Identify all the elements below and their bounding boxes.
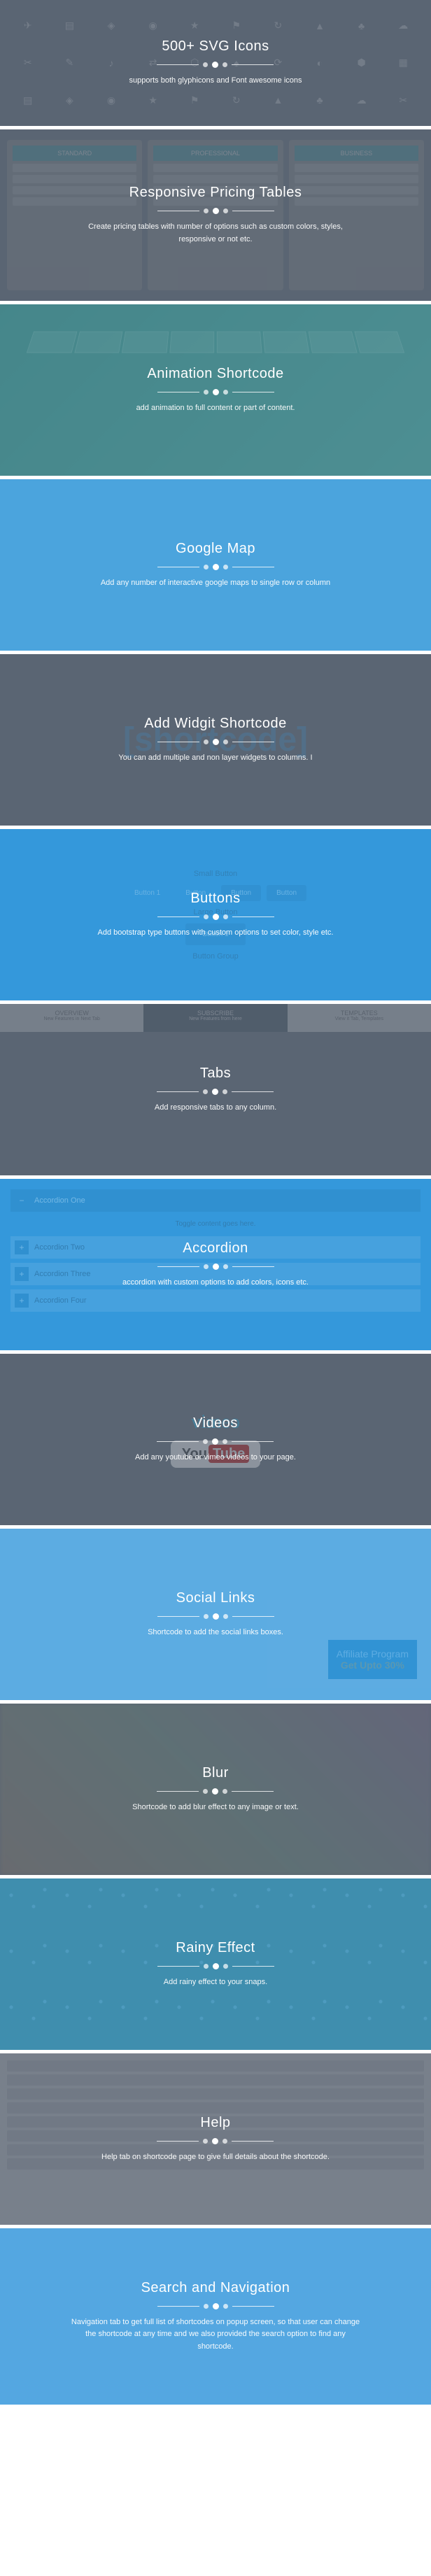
section-desc: add animation to full content or part of… (136, 402, 295, 415)
divider (157, 914, 274, 920)
divider (157, 1788, 274, 1795)
section-title: Responsive Pricing Tables (129, 185, 302, 201)
section-desc: Help tab on shortcode page to give full … (101, 2151, 330, 2164)
divider (157, 389, 274, 395)
section-title: 500+ SVG Icons (162, 38, 269, 55)
section-map: Google Map Add any number of interactive… (0, 479, 431, 651)
section-title: Social Links (176, 1590, 255, 1606)
divider (157, 564, 274, 570)
section-desc: Add responsive tabs to any column. (155, 1102, 276, 1114)
section-title: Search and Navigation (141, 2280, 290, 2296)
divider (157, 1613, 274, 1620)
section-title: Google Map (176, 541, 255, 557)
section-tabs: OVERVIEWNew Features in Next Tab SUBSCRI… (0, 1004, 431, 1175)
section-search: Search and Navigation Navigation tab to … (0, 2228, 431, 2405)
section-desc: Add any number of interactive google map… (101, 577, 330, 590)
section-title: Buttons (190, 891, 240, 907)
section-title: Help (200, 2115, 230, 2131)
section-title: Animation Shortcode (147, 366, 283, 382)
section-animation: Animation Shortcode add animation to ful… (0, 304, 431, 476)
section-desc: accordion with custom options to add col… (122, 1277, 309, 1289)
section-desc: Navigation tab to get full list of short… (69, 2316, 362, 2354)
section-widget: [shortcode] Add Widgit Shortcode You can… (0, 654, 431, 826)
section-desc: Add rainy effect to your snaps. (164, 1976, 267, 1989)
divider (157, 1264, 274, 1270)
section-accordion: −Accordion One Toggle content goes here.… (0, 1179, 431, 1350)
section-desc: You can add multiple and non layer widge… (118, 752, 312, 765)
section-title: Tabs (200, 1066, 231, 1082)
section-icons: ✈▤◈◉★⚑↻▲♣☁ ✂✎♪⇄⬡♠⟳◐⬢▦ ▤◈◉★⚑↻▲♣☁✂ 500+ SV… (0, 0, 431, 126)
section-desc: supports both glyphicons and Font awesom… (129, 75, 302, 87)
section-pricing: STANDARD PROFESSIONAL BUSINESS Responsiv… (0, 129, 431, 301)
section-desc: Add any youtube or vimeo videos to your … (135, 1452, 296, 1464)
section-rainy: Rainy Effect Add rainy effect to your sn… (0, 1878, 431, 2050)
divider (157, 2303, 274, 2309)
section-blur: Blur Shortcode to add blur effect to any… (0, 1704, 431, 1875)
section-help: Help Help tab on shortcode page to give … (0, 2053, 431, 2225)
divider (157, 1089, 274, 1095)
section-title: Videos (193, 1415, 238, 1431)
divider (157, 2138, 274, 2144)
divider (157, 62, 274, 68)
section-social: Affiliate Program Get Upto 30% Social Li… (0, 1529, 431, 1700)
section-buttons: Small Button Button 1ButtonButtonButton … (0, 829, 431, 1000)
section-title: Rainy Effect (176, 1940, 255, 1956)
divider (157, 739, 274, 745)
section-desc: Create pricing tables with number of opt… (69, 221, 362, 246)
divider (157, 208, 274, 214)
section-desc: Shortcode to add blur effect to any imag… (132, 1802, 299, 1814)
section-desc: Shortcode to add the social links boxes. (148, 1627, 283, 1639)
section-desc: Add bootstrap type buttons with custom o… (98, 927, 334, 940)
divider (157, 1438, 274, 1445)
divider (157, 1963, 274, 1969)
section-title: Add Widgit Shortcode (144, 716, 286, 732)
section-title: Blur (202, 1765, 229, 1781)
section-title: Accordion (183, 1240, 248, 1257)
section-videos: vimeo YouTube Videos Add any youtube or … (0, 1354, 431, 1525)
